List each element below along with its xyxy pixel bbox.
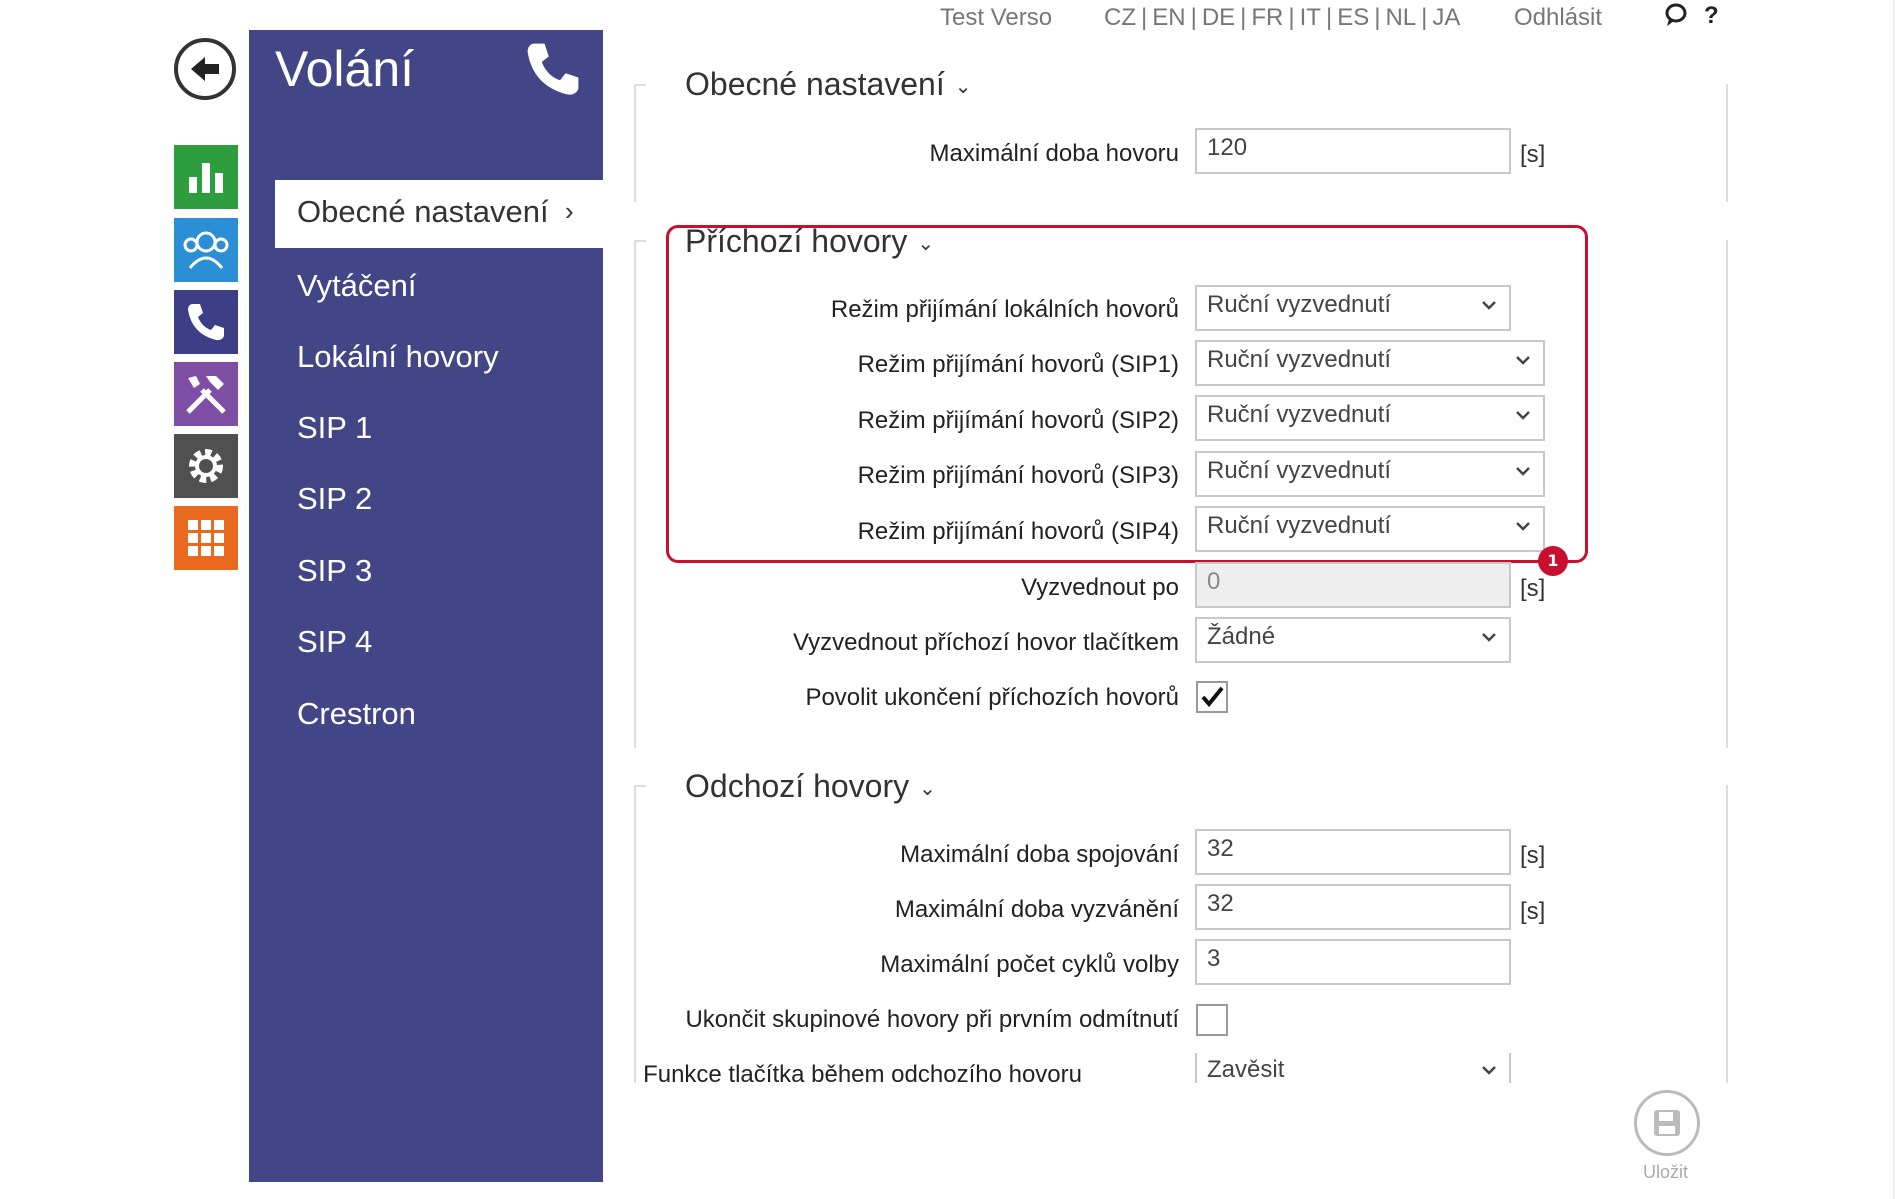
allow-end-label: Povolit ukončení příchozích hovorů — [805, 684, 1179, 711]
max-connect-unit: [s] — [1520, 842, 1546, 869]
max-ring-input[interactable]: 32 — [1195, 884, 1511, 930]
pickup-after-input[interactable]: 0 — [1195, 562, 1511, 608]
grid-icon — [188, 520, 224, 556]
lang-en[interactable]: EN — [1152, 4, 1185, 31]
max-cycles-input[interactable]: 3 — [1195, 939, 1511, 985]
allow-end-checkbox[interactable] — [1196, 681, 1228, 713]
lang-ja[interactable]: JA — [1432, 4, 1460, 31]
callout-badge: 1 — [1538, 546, 1568, 576]
chevron-down-icon: ⌄ — [919, 778, 936, 801]
scrollbar-track[interactable] — [1893, 0, 1895, 1199]
back-button[interactable] — [174, 38, 236, 100]
lang-es[interactable]: ES — [1337, 4, 1369, 31]
checkmark-icon — [1201, 686, 1224, 708]
nav-item-crestron[interactable]: Crestron — [297, 696, 416, 732]
chart-icon — [189, 163, 223, 193]
nav-item-sip4[interactable]: SIP 4 — [297, 624, 372, 660]
chevron-down-icon — [1482, 1066, 1496, 1075]
lang-de[interactable]: DE — [1202, 4, 1235, 31]
panel-title: Volání — [275, 41, 415, 97]
max-call-label: Maximální doba hovoru — [929, 140, 1179, 167]
max-connect-input[interactable]: 32 — [1195, 829, 1511, 875]
tile-calls[interactable] — [174, 290, 238, 354]
nav-item-sip3[interactable]: SIP 3 — [297, 553, 372, 589]
general-heading[interactable]: Obecné nastavení ⌄ — [685, 66, 972, 103]
clipped-row: Funkce tlačítka během odchozího hovoru Z… — [0, 1053, 1800, 1083]
select-value: Zavěsit — [1207, 1056, 1285, 1083]
select-value: Žádné — [1207, 623, 1276, 650]
max-ring-label: Maximální doba vyzvánění — [894, 896, 1179, 923]
outgoing-heading-text: Odchozí hovory — [685, 768, 910, 804]
tile-status[interactable] — [174, 145, 238, 209]
save-label: Uložit — [1643, 1162, 1689, 1182]
user-name: Test Verso — [940, 4, 1053, 31]
tile-apps[interactable] — [174, 506, 238, 570]
language-switcher: CZ | EN | DE | FR | IT | ES | NL | JA — [1104, 4, 1461, 31]
outgoing-heading[interactable]: Odchozí hovory ⌄ — [685, 768, 936, 805]
logout-link[interactable]: Odhlásit — [1514, 4, 1602, 32]
highlight-box — [666, 225, 1588, 563]
nav-item-sip1[interactable]: SIP 1 — [297, 410, 372, 446]
lang-nl[interactable]: NL — [1385, 4, 1416, 31]
nav-item-label: Obecné nastavení — [297, 194, 549, 229]
tile-services[interactable] — [174, 362, 238, 426]
max-call-unit: [s] — [1520, 141, 1546, 168]
pickup-after-label: Vyzvednout po — [1021, 574, 1179, 601]
help-icon[interactable]: ? — [1704, 2, 1719, 30]
lang-it[interactable]: IT — [1300, 4, 1321, 31]
phone-icon — [522, 38, 584, 104]
lang-cz[interactable]: CZ — [1104, 4, 1136, 31]
outgoing-section — [634, 785, 1728, 1083]
pickup-after-unit: [s] — [1520, 575, 1546, 602]
tile-system[interactable] — [174, 434, 238, 498]
button-func-select[interactable]: Zavěsit — [1195, 1053, 1511, 1083]
max-cycles-label: Maximální počet cyklů volby — [880, 951, 1179, 978]
nav-item-sip2[interactable]: SIP 2 — [297, 481, 372, 517]
chevron-down-icon: ⌄ — [954, 76, 972, 99]
max-ring-unit: [s] — [1520, 898, 1546, 925]
end-group-label: Ukončit skupinové hovory při prvním odmí… — [685, 1006, 1179, 1033]
max-call-input[interactable]: 120 — [1195, 128, 1511, 174]
nav-item-general[interactable]: Obecné nastavení › — [275, 180, 603, 248]
chevron-down-icon — [1482, 633, 1496, 642]
arrow-left-icon — [191, 57, 219, 81]
nav-item-local-calls[interactable]: Lokální hovory — [297, 339, 499, 375]
chevron-right-icon: › — [565, 196, 574, 226]
tile-directory[interactable] — [174, 218, 238, 282]
general-heading-text: Obecné nastavení — [685, 66, 945, 102]
gear-icon — [189, 449, 223, 483]
chat-icon[interactable] — [1664, 2, 1688, 35]
floppy-disk-icon — [1654, 1110, 1680, 1136]
max-connect-label: Maximální doba spojování — [900, 841, 1179, 868]
tools-icon — [186, 376, 226, 414]
nav-item-dialing[interactable]: Vytáčení — [297, 268, 416, 304]
users-icon — [183, 231, 229, 269]
button-func-label: Funkce tlačítka během odchozího hovoru — [643, 1061, 1082, 1083]
end-group-checkbox[interactable] — [1196, 1004, 1228, 1036]
pickup-button-select[interactable]: Žádné — [1195, 617, 1511, 663]
phone-icon — [188, 304, 224, 341]
lang-fr[interactable]: FR — [1251, 4, 1283, 31]
pickup-button-label: Vyzvednout příchozí hovor tlačítkem — [793, 629, 1179, 656]
save-button[interactable] — [1634, 1090, 1700, 1156]
